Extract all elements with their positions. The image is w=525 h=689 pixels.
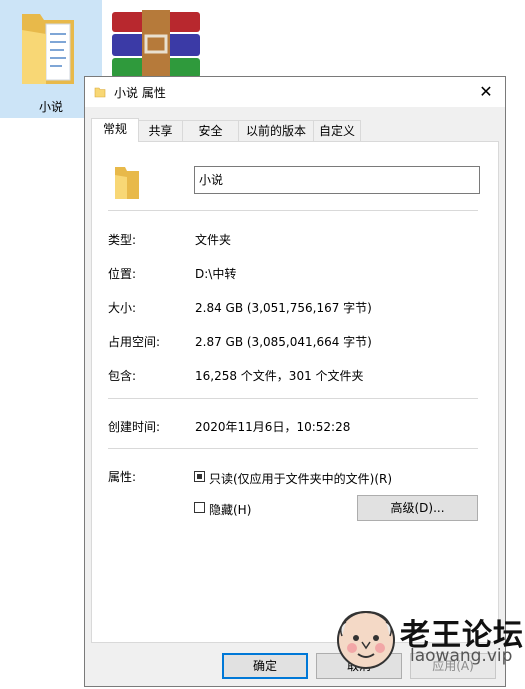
- size-on-disk-label: 占用空间:: [108, 335, 161, 349]
- type-label: 类型:: [108, 233, 137, 247]
- desktop-archive-item[interactable]: [108, 8, 204, 78]
- close-button[interactable]: ✕: [473, 80, 499, 104]
- folder-icon: [22, 14, 74, 84]
- created-label: 创建时间:: [108, 420, 161, 434]
- watermark-url: laowang.vip: [410, 646, 513, 666]
- folder-name-field[interactable]: 小说: [194, 166, 480, 194]
- contains-value: 16,258 个文件，301 个文件夹: [195, 369, 364, 383]
- folder-icon: [115, 167, 139, 199]
- divider: [108, 448, 478, 449]
- title-bar[interactable]: 小说 属性 ✕: [85, 77, 505, 107]
- size-value: 2.84 GB (3,051,756,167 字节): [195, 301, 372, 315]
- hidden-checkbox-label: 隐藏(H): [209, 503, 252, 517]
- contains-label: 包含:: [108, 369, 137, 383]
- divider: [108, 398, 478, 399]
- folder-icon: [94, 87, 106, 98]
- tab-sharing[interactable]: 共享: [138, 120, 183, 141]
- tab-previous-versions[interactable]: 以前的版本: [238, 120, 314, 141]
- location-label: 位置:: [108, 267, 137, 281]
- winrar-archive-icon: [112, 10, 200, 78]
- divider: [108, 210, 478, 211]
- advanced-button[interactable]: 高级(D)...: [357, 495, 478, 521]
- old-man-face-logo: [337, 610, 395, 669]
- dialog-title: 小说 属性: [114, 86, 166, 100]
- size-on-disk-value: 2.87 GB (3,085,041,664 字节): [195, 335, 372, 349]
- tab-general[interactable]: 常规: [91, 118, 139, 142]
- tab-customize[interactable]: 自定义: [313, 120, 361, 141]
- location-value: D:\中转: [195, 267, 237, 281]
- checkbox-unchecked-icon: [194, 502, 205, 513]
- properties-dialog: 小说 属性 ✕ 常规 共享 安全 以前的版本 自定义 小说 类型: 文件夹 位置…: [84, 76, 506, 687]
- tab-security[interactable]: 安全: [182, 120, 239, 141]
- attributes-label: 属性:: [108, 470, 137, 484]
- checkbox-indeterminate-icon: [194, 471, 205, 482]
- created-value: 2020年11月6日，10:52:28: [195, 420, 351, 434]
- size-label: 大小:: [108, 301, 137, 315]
- general-tab-panel: 小说 类型: 文件夹 位置: D:\中转 大小: 2.84 GB (3,051,…: [91, 141, 499, 643]
- watermark: 老王论坛 laowang.vip: [330, 602, 523, 684]
- readonly-checkbox-label: 只读(仅应用于文件夹中的文件)(R): [209, 472, 393, 486]
- ok-button[interactable]: 确定: [222, 653, 308, 679]
- close-icon: ✕: [479, 82, 493, 101]
- type-value: 文件夹: [195, 233, 232, 247]
